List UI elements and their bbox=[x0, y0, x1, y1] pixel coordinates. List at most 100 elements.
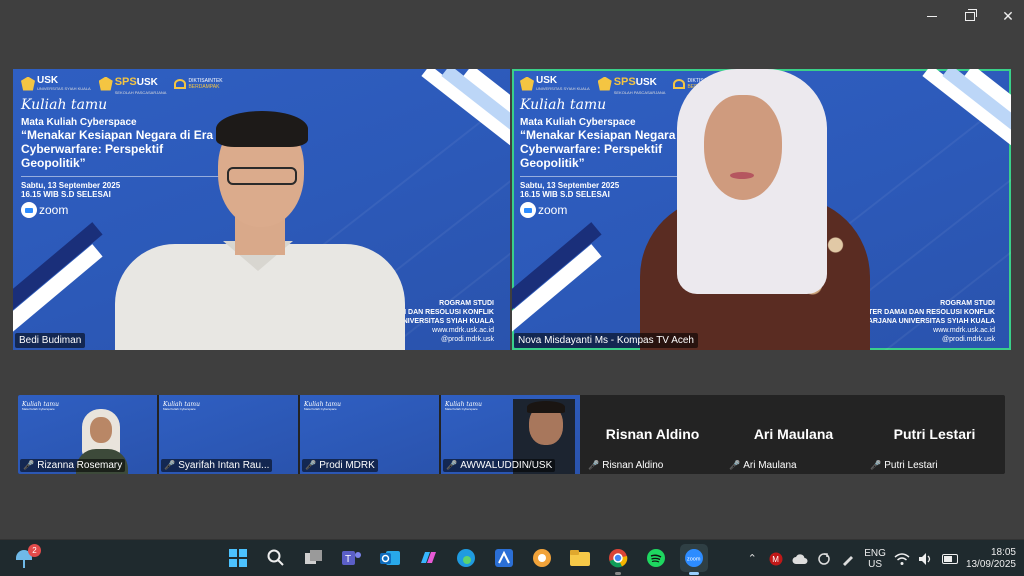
mini-slide: Kuliah tamu Mata Kuliah Cyberspace bbox=[163, 402, 223, 412]
spotify-icon bbox=[647, 549, 665, 567]
sponsor-logos: USK UNIVERSITAS SYIAH KUALA SPSUSK SEKOLAH… bbox=[21, 72, 223, 95]
wifi-icon[interactable] bbox=[894, 551, 910, 567]
name-text: Prodi MDRK bbox=[319, 460, 375, 471]
name-text: Ari Maulana bbox=[743, 460, 797, 471]
gallery-tile[interactable]: Kuliah tamu Mata Kuliah Cyberspace 🎤 AWWAL… bbox=[441, 395, 580, 474]
mini-slide: Kuliah tamu Mata Kuliah Cyberspace bbox=[304, 402, 364, 412]
folder-icon bbox=[570, 550, 590, 566]
mini-course: Mata Kuliah Cyberspace bbox=[304, 407, 337, 411]
name-text: Putri Lestari bbox=[884, 460, 938, 471]
teams-app[interactable]: T bbox=[338, 544, 366, 572]
taskbar-apps: T zoom bbox=[224, 544, 708, 575]
pen-icon[interactable] bbox=[840, 551, 856, 567]
mini-slide: Kuliah tamu Mata Kuliah Cyberspace bbox=[22, 402, 82, 412]
outlook-icon bbox=[380, 551, 400, 565]
mini-slide: Kuliah tamu Mata Kuliah Cyberspace bbox=[445, 402, 505, 412]
logo-sps-sub: SEKOLAH PASCASARJANA bbox=[613, 90, 666, 95]
gallery-name-label: 🎤 AWWALUDDIN/USK bbox=[443, 459, 556, 472]
file-explorer-app[interactable] bbox=[566, 544, 594, 572]
topic-title: “Menakar Kesiapan Negara di Era Cyberwar… bbox=[21, 128, 214, 170]
close-button[interactable]: ✕ bbox=[1000, 6, 1016, 26]
edge-app[interactable] bbox=[452, 544, 480, 572]
decor-stripes bbox=[921, 69, 1011, 163]
glasses bbox=[227, 167, 297, 185]
mcafee-icon[interactable]: M bbox=[768, 551, 784, 567]
zoom-app[interactable]: zoom bbox=[680, 544, 708, 575]
chrome-app[interactable] bbox=[604, 544, 632, 575]
weather-widget[interactable]: 2 bbox=[14, 544, 41, 572]
sps-shield-icon bbox=[597, 76, 612, 91]
zoom-logo: zoom bbox=[21, 202, 221, 218]
gallery-tile[interactable]: Ari Maulana 🎤 Ari Maulana bbox=[724, 395, 863, 474]
name-text: Syarifah Intan Rau... bbox=[178, 460, 270, 471]
mini-course: Mata Kuliah Cyberspace bbox=[22, 407, 55, 411]
windows-icon bbox=[229, 549, 247, 567]
kuliah-tamu-heading: Kuliah tamu bbox=[21, 97, 108, 113]
task-view-icon bbox=[305, 550, 322, 564]
name-text: Risnan Aldino bbox=[602, 460, 664, 471]
gallery-name-label: 🎤 Ari Maulana bbox=[726, 459, 800, 472]
logo-usk-sub: UNIVERSITAS SYIAH KUALA bbox=[37, 86, 91, 91]
gallery-tile[interactable]: Kuliah tamu Mata Kuliah Cyberspace 🎤 Syari… bbox=[159, 395, 298, 474]
search-button[interactable] bbox=[262, 544, 290, 572]
chrome-icon bbox=[609, 549, 628, 568]
logo-sps-usk: USK bbox=[136, 77, 158, 88]
gallery-tile[interactable]: Risnan Aldino 🎤 Risnan Aldino bbox=[583, 395, 722, 474]
svg-text:T: T bbox=[345, 554, 351, 565]
gallery-tile[interactable]: Kuliah tamu Mata Kuliah Cyberspace 🎤 Rizan… bbox=[18, 395, 157, 474]
restore-button[interactable] bbox=[962, 6, 978, 26]
gallery-tile[interactable]: Putri Lestari 🎤 Putri Lestari bbox=[865, 395, 1004, 474]
start-button[interactable] bbox=[224, 544, 252, 572]
mic-off-icon: 🎤 bbox=[870, 460, 882, 470]
spotify-app[interactable] bbox=[642, 544, 670, 572]
minimize-icon bbox=[927, 15, 937, 17]
input-language[interactable]: ENG US bbox=[864, 548, 886, 570]
chevron-up-icon[interactable]: ⌃ bbox=[744, 551, 760, 567]
cloud-icon[interactable] bbox=[792, 551, 808, 567]
decor-stripes bbox=[420, 69, 510, 163]
store-app[interactable] bbox=[490, 544, 518, 572]
vpn-app[interactable] bbox=[528, 544, 556, 572]
edge-icon bbox=[457, 549, 475, 567]
svg-text:M: M bbox=[773, 555, 780, 564]
volume-icon[interactable] bbox=[918, 551, 934, 567]
video-tile-nova-misdayanti[interactable]: USK UNIVERSITAS SYIAH KUALA SPSUSK SEKOLAH… bbox=[512, 69, 1011, 350]
logo-sps-sub: SEKOLAH PASCASARJANA bbox=[114, 90, 167, 95]
copilot-app[interactable] bbox=[414, 544, 442, 572]
gallery-tile[interactable]: Kuliah tamu Mata Kuliah Cyberspace 🎤 Prodi… bbox=[300, 395, 439, 474]
clock[interactable]: 18:05 13/09/2025 bbox=[966, 547, 1018, 571]
mini-course: Mata Kuliah Cyberspace bbox=[163, 407, 196, 411]
minimize-button[interactable] bbox=[924, 6, 940, 26]
task-view-button[interactable] bbox=[300, 544, 328, 572]
shield-icon bbox=[533, 549, 551, 567]
battery-icon[interactable] bbox=[941, 551, 958, 567]
logo-diktis-sub: BERDAMPAK bbox=[188, 83, 220, 90]
mic-off-icon: 🎤 bbox=[588, 460, 600, 470]
restore-icon bbox=[965, 8, 977, 21]
participant-gallery: Kuliah tamu Mata Kuliah Cyberspace 🎤 Rizan… bbox=[18, 395, 1005, 474]
logo-diktis: DIKTISAINTEK bbox=[188, 77, 223, 84]
mic-off-icon: 🎤 bbox=[164, 460, 176, 470]
window-controls: ✕ bbox=[924, 6, 1016, 26]
sync-icon[interactable] bbox=[816, 551, 832, 567]
diktis-icon bbox=[174, 78, 187, 89]
event-time: 16.15 WIB S.D SELESAI bbox=[21, 190, 111, 199]
zoom-camera-icon bbox=[21, 202, 37, 218]
mic-off-icon: 🎤 bbox=[305, 460, 317, 470]
system-tray: ⌃ M ENG US 18:05 13/09/2025 bbox=[744, 543, 1018, 574]
outlook-app[interactable] bbox=[376, 544, 404, 572]
logo-sps: SPS bbox=[114, 76, 137, 88]
name-text: AWWALUDDIN/USK bbox=[460, 460, 553, 471]
clock-time: 18:05 bbox=[990, 546, 1016, 558]
logo-usk-sub: UNIVERSITAS SYIAH KUALA bbox=[536, 86, 590, 91]
participant-display-name: Ari Maulana bbox=[753, 426, 834, 442]
mic-off-icon: 🎤 bbox=[446, 460, 458, 470]
zoom-wordmark: zoom bbox=[39, 203, 69, 217]
participant-display-name: Risnan Aldino bbox=[605, 426, 700, 442]
gallery-name-label: 🎤 Risnan Aldino bbox=[585, 459, 666, 472]
lang-region: US bbox=[868, 558, 883, 570]
video-tile-bedi-budiman[interactable]: USK UNIVERSITAS SYIAH KUALA SPSUSK SEKOLAH… bbox=[13, 69, 510, 350]
close-icon: ✕ bbox=[1002, 7, 1014, 24]
gallery-name-label: 🎤 Putri Lestari bbox=[867, 459, 941, 472]
name-text: Rizanna Rosemary bbox=[37, 460, 123, 471]
